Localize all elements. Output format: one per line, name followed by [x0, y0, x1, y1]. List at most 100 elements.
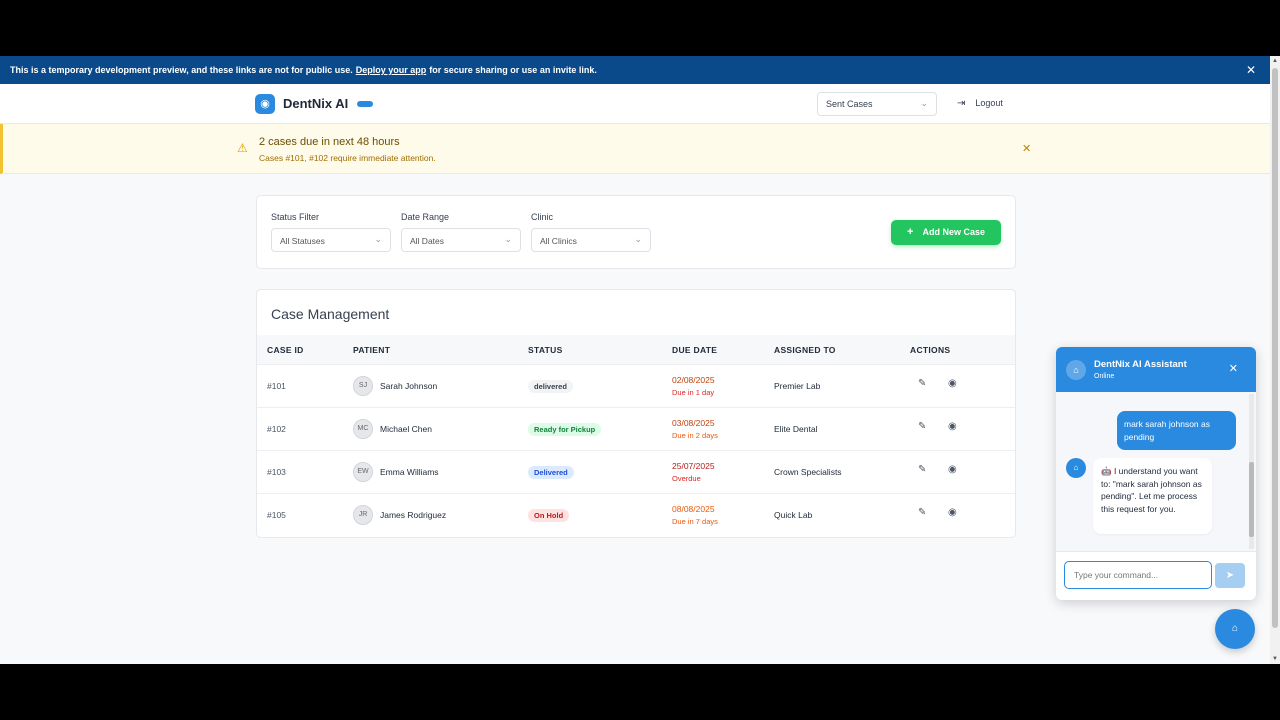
chat-input-placeholder: Type your command...: [1074, 570, 1159, 580]
clinic-filter: Clinic All Clinics ⌄: [531, 212, 651, 252]
chat-toggle-button[interactable]: ⌂: [1215, 609, 1255, 649]
send-button[interactable]: ➤: [1215, 563, 1245, 588]
robot-icon: ⌂: [1231, 623, 1239, 634]
column-header: ACTIONS: [910, 345, 951, 355]
chevron-down-icon: ⌄: [634, 234, 642, 244]
patient-name: Michael Chen: [380, 424, 432, 434]
assigned-to: Elite Dental: [774, 424, 818, 434]
logout-label: Logout: [975, 98, 1003, 108]
add-new-case-button[interactable]: + Add New Case: [891, 220, 1001, 245]
patient-name: Emma Williams: [380, 467, 439, 477]
status-filter-value: All Statuses: [280, 236, 325, 246]
table-row[interactable]: #101 SJ Sarah Johnson delivered 02/08/20…: [257, 365, 1015, 408]
view-select-value: Sent Cases: [826, 99, 873, 109]
table-row[interactable]: #102 MC Michael Chen Ready for Pickup 03…: [257, 408, 1015, 451]
avatar: EW: [353, 462, 373, 482]
chat-messages[interactable]: mark sarah johnson as pending ⌂ 🤖 I unde…: [1056, 392, 1256, 552]
add-new-case-label: Add New Case: [922, 227, 985, 237]
due-note: Overdue: [672, 474, 701, 483]
chat-header: ⌂ DentNix AI Assistant Online ✕: [1056, 347, 1256, 392]
table-row[interactable]: #105 JR James Rodriguez On Hold 08/08/20…: [257, 494, 1015, 537]
date-filter-value: All Dates: [410, 236, 445, 246]
avatar: JR: [353, 505, 373, 525]
filters-panel: Status Filter All Statuses ⌄ Date Range …: [256, 195, 1016, 269]
case-id: #103: [267, 467, 286, 477]
scroll-up-icon[interactable]: ▲: [1272, 58, 1278, 64]
deploy-app-link[interactable]: Deploy your app: [356, 65, 427, 75]
due-note: Due in 1 day: [672, 388, 715, 397]
status-badge: delivered: [528, 380, 573, 393]
chat-command-input[interactable]: Type your command...: [1064, 561, 1212, 589]
case-id: #102: [267, 424, 286, 434]
scroll-down-icon[interactable]: ▼: [1272, 656, 1278, 662]
column-header: ASSIGNED TO: [774, 345, 836, 355]
clinic-filter-value: All Clinics: [540, 236, 577, 246]
chat-scrollbar-thumb[interactable]: [1249, 462, 1254, 537]
ai-assistant-chat: ⌂ DentNix AI Assistant Online ✕ mark sar…: [1056, 347, 1256, 600]
case-id: #101: [267, 381, 286, 391]
patient-name: James Rodriguez: [380, 510, 447, 520]
case-management-panel: Case Management CASE ID PATIENT STATUS D…: [256, 289, 1016, 538]
chevron-down-icon: ⌄: [374, 234, 382, 244]
due-date: 25/07/2025: [672, 461, 715, 471]
eye-icon[interactable]: ◉: [948, 378, 957, 389]
top-header: ◉ DentNix AI Sent Cases ⌄ ⇥ Logout: [0, 84, 1270, 124]
globe-icon: ◉: [255, 94, 275, 114]
due-note: Due in 7 days: [672, 517, 718, 526]
case-id: #105: [267, 510, 286, 520]
avatar: SJ: [353, 376, 373, 396]
clinic-filter-label: Clinic: [531, 212, 554, 222]
dev-banner-text-after: for secure sharing or use an invite link…: [429, 65, 597, 75]
page-scrollbar-thumb[interactable]: [1272, 68, 1278, 628]
dev-preview-banner: This is a temporary development preview,…: [0, 56, 1270, 84]
edit-icon[interactable]: ✎: [918, 421, 926, 432]
robot-icon: ⌂: [1066, 360, 1086, 380]
chevron-down-icon: ⌄: [504, 234, 512, 244]
close-icon[interactable]: ✕: [1229, 362, 1238, 375]
column-header: STATUS: [528, 345, 563, 355]
assigned-to: Crown Specialists: [774, 467, 842, 477]
robot-icon: ⌂: [1066, 458, 1086, 478]
chat-status: Online: [1094, 373, 1115, 380]
table-row[interactable]: #103 EW Emma Williams Delivered 25/07/20…: [257, 451, 1015, 494]
status-badge: On Hold: [528, 509, 570, 522]
table-header: CASE ID PATIENT STATUS DUE DATE ASSIGNED…: [257, 335, 1015, 365]
due-note: Due in 2 days: [672, 431, 718, 440]
column-header: PATIENT: [353, 345, 391, 355]
status-filter-select[interactable]: All Statuses ⌄: [271, 228, 391, 252]
logout-button[interactable]: ⇥ Logout: [957, 98, 1003, 109]
eye-icon[interactable]: ◉: [948, 421, 957, 432]
user-message: mark sarah johnson as pending: [1117, 411, 1236, 450]
edit-icon[interactable]: ✎: [918, 507, 926, 518]
alert-title: 2 cases due in next 48 hours: [259, 136, 400, 148]
due-alert: ⚠ 2 cases due in next 48 hours Cases #10…: [0, 124, 1270, 174]
due-date: 08/08/2025: [672, 504, 715, 514]
dev-banner-text: This is a temporary development preview,…: [10, 65, 353, 75]
avatar: MC: [353, 419, 373, 439]
brand-pill: [357, 101, 373, 107]
edit-icon[interactable]: ✎: [918, 464, 926, 475]
status-filter-label: Status Filter: [271, 212, 320, 222]
chat-title: DentNix AI Assistant: [1094, 359, 1187, 370]
brand-name: DentNix AI: [283, 96, 349, 111]
view-select[interactable]: Sent Cases ⌄: [817, 92, 937, 116]
status-badge: Ready for Pickup: [528, 423, 602, 436]
column-header: CASE ID: [267, 345, 304, 355]
chevron-down-icon: ⌄: [920, 98, 928, 108]
close-icon[interactable]: ✕: [1246, 63, 1256, 77]
patient-name: Sarah Johnson: [380, 381, 438, 391]
logout-icon: ⇥: [957, 98, 966, 109]
date-filter-select[interactable]: All Dates ⌄: [401, 228, 521, 252]
eye-icon[interactable]: ◉: [948, 507, 957, 518]
close-icon[interactable]: ✕: [1022, 142, 1031, 155]
due-date: 03/08/2025: [672, 418, 715, 428]
date-filter: Date Range All Dates ⌄: [401, 212, 521, 252]
eye-icon[interactable]: ◉: [948, 464, 957, 475]
assigned-to: Premier Lab: [774, 381, 821, 391]
page-scrollbar[interactable]: ▲ ▼: [1270, 56, 1280, 664]
plus-icon: +: [907, 226, 914, 238]
edit-icon[interactable]: ✎: [918, 378, 926, 389]
alert-message: Cases #101, #102 require immediate atten…: [259, 153, 436, 163]
status-badge: Delivered: [528, 466, 574, 479]
clinic-filter-select[interactable]: All Clinics ⌄: [531, 228, 651, 252]
